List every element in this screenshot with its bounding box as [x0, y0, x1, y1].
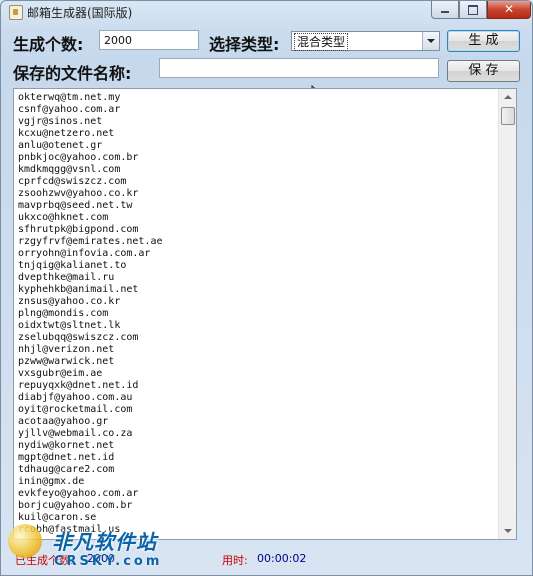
email-list-item[interactable]: repuyqxk@dnet.net.id [18, 380, 496, 392]
email-list-item[interactable]: znsus@yahoo.co.kr [18, 296, 496, 308]
email-list-item[interactable]: nhjl@verizon.net [18, 344, 496, 356]
app-icon [9, 5, 23, 20]
window-controls: ✕ [431, 1, 531, 19]
email-list-item[interactable]: acotaa@yahoo.gr [18, 416, 496, 428]
title-bar[interactable]: 邮箱生成器(国际版) ✕ [1, 1, 532, 23]
email-list-item[interactable]: yjllv@webmail.co.za [18, 428, 496, 440]
email-list-item[interactable]: mgpt@dnet.net.id [18, 452, 496, 464]
email-list-item[interactable]: diabjf@yahoo.com.au [18, 392, 496, 404]
close-icon: ✕ [503, 2, 515, 16]
email-list[interactable]: okterwq@tm.net.my csnf@yahoo.com.ar vgjr@s… [13, 88, 517, 540]
chevron-down-icon[interactable] [422, 32, 439, 50]
site-watermark: 非凡软件站 CRSKY.com [0, 516, 170, 576]
email-list-item[interactable]: pnbkjoc@yahoo.com.br [18, 152, 496, 164]
email-list-item[interactable]: ukxco@hknet.com [18, 212, 496, 224]
maximize-icon [468, 5, 478, 15]
email-list-item[interactable]: mavprbq@seed.net.tw [18, 200, 496, 212]
email-list-item[interactable]: dvepthke@mail.ru [18, 272, 496, 284]
vertical-scrollbar[interactable] [498, 89, 516, 539]
email-list-items: okterwq@tm.net.my csnf@yahoo.com.ar vgjr@s… [18, 92, 496, 536]
type-label: 选择类型: [209, 35, 280, 54]
watermark-text-en: CRSKY.com [54, 554, 163, 569]
scroll-down-icon[interactable] [499, 522, 516, 539]
minimize-button[interactable] [431, 1, 459, 19]
email-list-item[interactable]: vxsgubr@eim.ae [18, 368, 496, 380]
watermark-logo [8, 524, 42, 558]
email-list-item[interactable]: csnf@yahoo.com.ar [18, 104, 496, 116]
email-list-item[interactable]: kyphehkb@animail.net [18, 284, 496, 296]
watermark-text-cn: 非凡软件站 [52, 530, 157, 554]
email-list-item[interactable]: nydiw@kornet.net [18, 440, 496, 452]
email-list-item[interactable]: zsoohzwv@yahoo.co.kr [18, 188, 496, 200]
scroll-up-icon[interactable] [499, 89, 516, 106]
close-button[interactable]: ✕ [487, 1, 531, 19]
main-window: 邮箱生成器(国际版) ✕ 生成个数: 选择类型: 混合类型 生 成 保存的文件名… [0, 0, 533, 576]
filename-input[interactable] [159, 58, 439, 78]
minimize-icon [441, 11, 449, 13]
count-label: 生成个数: [13, 35, 84, 54]
email-list-item[interactable]: sfhrutpk@bigpond.com [18, 224, 496, 236]
save-button[interactable]: 保 存 [447, 60, 520, 82]
scroll-thumb[interactable] [501, 107, 515, 125]
email-list-item[interactable]: borjcu@yahoo.com.br [18, 500, 496, 512]
email-list-item[interactable]: pzww@warwick.net [18, 356, 496, 368]
email-list-item[interactable]: cprfcd@swiszcz.com [18, 176, 496, 188]
maximize-button[interactable] [459, 1, 487, 19]
email-list-item[interactable]: oyit@rocketmail.com [18, 404, 496, 416]
email-list-item[interactable]: kmdkmqgg@vsnl.com [18, 164, 496, 176]
email-list-item[interactable]: rzgyfrvf@emirates.net.ae [18, 236, 496, 248]
email-list-item[interactable]: plng@mondis.com [18, 308, 496, 320]
email-list-item[interactable]: oidxtwt@sltnet.lk [18, 320, 496, 332]
email-list-item[interactable]: zselubqq@swiszcz.com [18, 332, 496, 344]
window-title: 邮箱生成器(国际版) [27, 6, 133, 20]
filename-label: 保存的文件名称: [13, 64, 132, 83]
generate-button[interactable]: 生 成 [447, 30, 520, 52]
email-list-item[interactable]: anlu@otenet.gr [18, 140, 496, 152]
email-list-item[interactable]: kcxu@netzero.net [18, 128, 496, 140]
elapsed-time-label: 用时: [222, 554, 248, 567]
email-list-item[interactable]: vgjr@sinos.net [18, 116, 496, 128]
type-select[interactable]: 混合类型 [291, 31, 440, 51]
elapsed-time-value: 00:00:02 [257, 552, 307, 565]
type-select-value: 混合类型 [294, 33, 349, 51]
email-list-item[interactable]: tnjqig@kalianet.to [18, 260, 496, 272]
email-list-item[interactable]: evkfeyo@yahoo.com.ar [18, 488, 496, 500]
email-list-item[interactable]: orryohn@infovia.com.ar [18, 248, 496, 260]
email-list-item[interactable]: tdhaug@care2.com [18, 464, 496, 476]
count-input[interactable] [99, 30, 199, 50]
email-list-item[interactable]: okterwq@tm.net.my [18, 92, 496, 104]
email-list-item[interactable]: inin@gmx.de [18, 476, 496, 488]
